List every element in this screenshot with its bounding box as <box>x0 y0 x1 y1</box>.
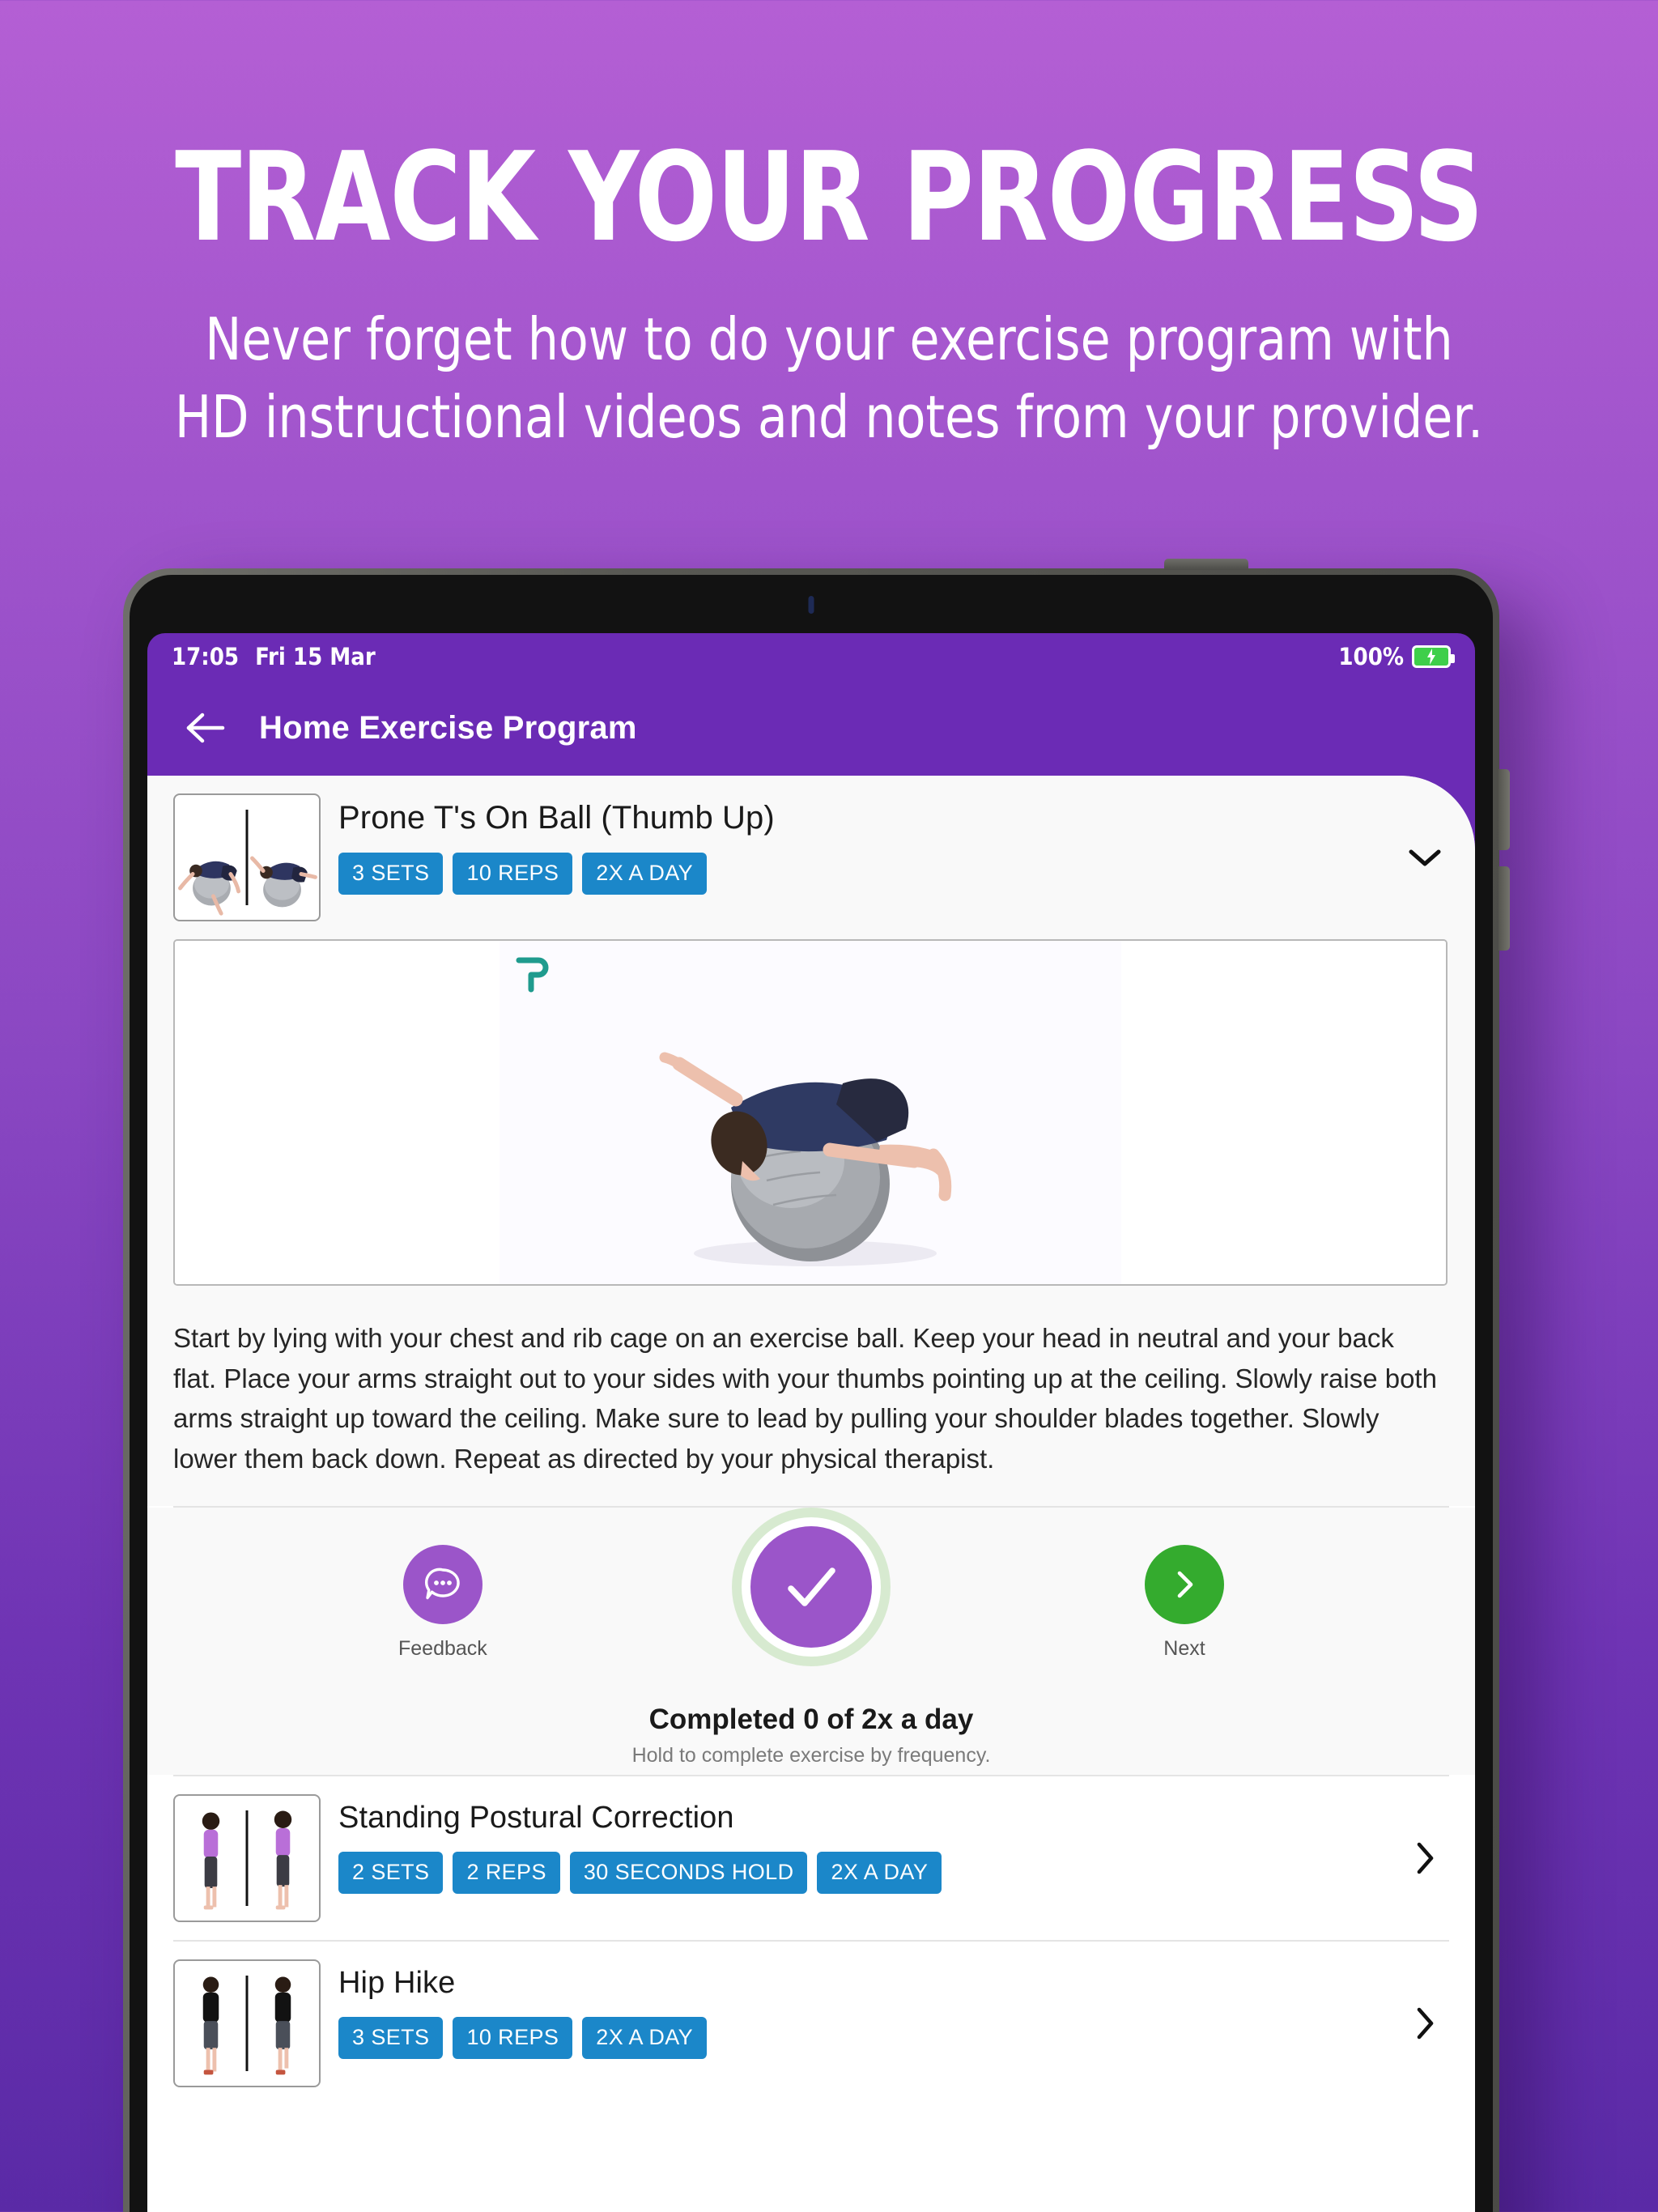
prone-t-pose-a-icon <box>178 861 241 916</box>
battery-percent-label: 100% <box>1338 643 1404 670</box>
thumbnail-divider <box>245 810 249 905</box>
chevron-right-icon <box>1177 1571 1193 1598</box>
exercise-description: Start by lying with your chest and rib c… <box>147 1286 1475 1506</box>
next-button-label: Next <box>1163 1637 1205 1660</box>
tablet-device: 17:05 Fri 15 Mar 100% Home Exercise Prog… <box>123 559 1510 2212</box>
app-content: Prone T's On Ball (Thumb Up) 3 SETS 10 R… <box>147 776 1475 2212</box>
status-bar-left: 17:05 Fri 15 Mar <box>172 643 376 670</box>
thumbnail-frame-before <box>175 795 247 920</box>
exercise-pill: 2X A DAY <box>817 1852 942 1894</box>
active-exercise-meta: Prone T's On Ball (Thumb Up) 3 SETS 10 R… <box>338 793 1384 895</box>
app-window: 17:05 Fri 15 Mar 100% Home Exercise Prog… <box>147 633 1475 2212</box>
completed-status-text: Completed 0 of 2x a day <box>648 1704 974 1735</box>
video-letterbox-right <box>1121 941 1446 1284</box>
status-bar: 17:05 Fri 15 Mar 100% <box>147 633 1475 680</box>
exercise-video-container <box>147 939 1475 1286</box>
hold-hint-text: Hold to complete exercise by frequency. <box>631 1744 991 1767</box>
thumbnail-frame-before <box>175 1796 247 1921</box>
hip-hike-thumbnail[interactable] <box>173 1959 321 2087</box>
app-navbar: Home Exercise Program <box>147 680 1475 776</box>
exercise-pill: 2X A DAY <box>582 853 708 895</box>
prone-t-pose-b-icon <box>250 856 317 908</box>
complete-exercise-button[interactable] <box>732 1508 891 1666</box>
exercise-pill: 2 REPS <box>453 1852 560 1894</box>
exercise-pill: 10 REPS <box>453 853 573 895</box>
chevron-right-icon <box>1417 2007 1434 2040</box>
hip-hike-pose-a-icon <box>202 1976 219 2075</box>
list-item-meta: Standing Postural Correction 2 SETS 2 RE… <box>338 1794 1384 1894</box>
exercise-pill: 2 SETS <box>338 1852 444 1894</box>
bolt-glyph <box>1427 649 1435 665</box>
next-exercise-button[interactable]: Next <box>1145 1545 1224 1661</box>
standing-pose-b-icon <box>274 1810 292 1910</box>
complete-progress-ring <box>732 1508 891 1666</box>
thumbnail-divider <box>245 1810 249 1906</box>
hip-hike-pose-b-icon <box>274 1976 291 2075</box>
check-icon <box>788 1568 835 1606</box>
exercise-pill-group: 3 SETS 10 REPS 2X A DAY <box>338 2017 1384 2059</box>
status-date: Fri 15 Mar <box>255 643 376 670</box>
promo-title: TRACK YOUR PROGRESS <box>175 125 1484 269</box>
volume-up-button[interactable] <box>1499 769 1510 850</box>
open-exercise-button[interactable] <box>1402 2006 1448 2041</box>
exercise-pill: 3 SETS <box>338 853 444 895</box>
exercise-pill: 10 REPS <box>453 2017 573 2059</box>
active-exercise-header[interactable]: Prone T's On Ball (Thumb Up) 3 SETS 10 R… <box>147 776 1475 939</box>
exercise-pill: 3 SETS <box>338 2017 444 2059</box>
standing-postural-correction-thumbnail[interactable] <box>173 1794 321 1922</box>
chat-bubble-icon <box>424 1568 460 1600</box>
chevron-down-icon <box>1409 849 1441 866</box>
exercise-title: Hip Hike <box>338 1966 456 2000</box>
thumbnail-frame-after <box>247 795 319 920</box>
collapse-exercise-button[interactable] <box>1402 846 1448 869</box>
promo-subtitle-line1: Never forget how to do your exercise pro… <box>205 305 1453 373</box>
complete-button-circle <box>750 1526 872 1648</box>
exercise-pill: 2X A DAY <box>582 2017 708 2059</box>
exercise-title: Prone T's On Ball (Thumb Up) <box>338 800 775 836</box>
exercise-pill: 30 SECONDS HOLD <box>569 1852 808 1894</box>
volume-down-button[interactable] <box>1499 866 1510 951</box>
tablet-screen: 17:05 Fri 15 Mar 100% Home Exercise Prog… <box>130 575 1493 2212</box>
prone-t-on-ball-video-frame <box>500 941 1121 1284</box>
status-time: 17:05 <box>172 643 240 670</box>
page-title: Home Exercise Program <box>259 709 637 746</box>
chevron-right-icon <box>1417 1842 1434 1874</box>
list-item-meta: Hip Hike 3 SETS 10 REPS 2X A DAY <box>338 1959 1384 2059</box>
feedback-button-circle <box>402 1545 483 1624</box>
feedback-button-label: Feedback <box>398 1637 487 1660</box>
exercise-list-item[interactable]: Standing Postural Correction 2 SETS 2 RE… <box>147 1776 1475 1940</box>
status-bar-right: 100% <box>1338 643 1455 670</box>
provider-logo-watermark <box>516 957 549 993</box>
exercise-pill-group: 2 SETS 2 REPS 30 SECONDS HOLD 2X A DAY <box>338 1852 1384 1894</box>
video-letterbox-left <box>175 941 500 1284</box>
promo-subtitle: Never forget how to do your exercise pro… <box>58 301 1601 457</box>
exercise-thumbnail[interactable] <box>173 793 321 921</box>
thumbnail-frame-after <box>247 1796 319 1921</box>
arrow-left-icon[interactable] <box>185 707 227 749</box>
open-exercise-button[interactable] <box>1402 1840 1448 1876</box>
thumbnail-frame-before <box>175 1961 247 2086</box>
standing-pose-a-icon <box>202 1812 220 1910</box>
thumbnail-frame-after <box>247 1961 319 2086</box>
feedback-button[interactable]: Feedback <box>398 1545 487 1661</box>
battery-charging-icon <box>1412 645 1455 668</box>
exercise-actions: Feedback Next Completed 0 of 2x a day Ho… <box>147 1508 1475 1775</box>
power-button[interactable] <box>1164 559 1248 570</box>
next-button-circle <box>1145 1545 1224 1624</box>
exercise-list-item[interactable]: Hip Hike 3 SETS 10 REPS 2X A DAY <box>147 1942 1475 2105</box>
video-poster-frame <box>500 941 1121 1284</box>
promo-subtitle-line2: HD instructional videos and notes from y… <box>174 382 1484 451</box>
exercise-pill-group: 3 SETS 10 REPS 2X A DAY <box>338 853 1384 895</box>
thumbnail-divider <box>245 1976 249 2071</box>
exercise-title: Standing Postural Correction <box>338 1801 734 1835</box>
exercise-video-player[interactable] <box>173 939 1448 1286</box>
promo-block: TRACK YOUR PROGRESS Never forget how to … <box>0 0 1658 457</box>
front-camera-icon <box>808 596 814 614</box>
